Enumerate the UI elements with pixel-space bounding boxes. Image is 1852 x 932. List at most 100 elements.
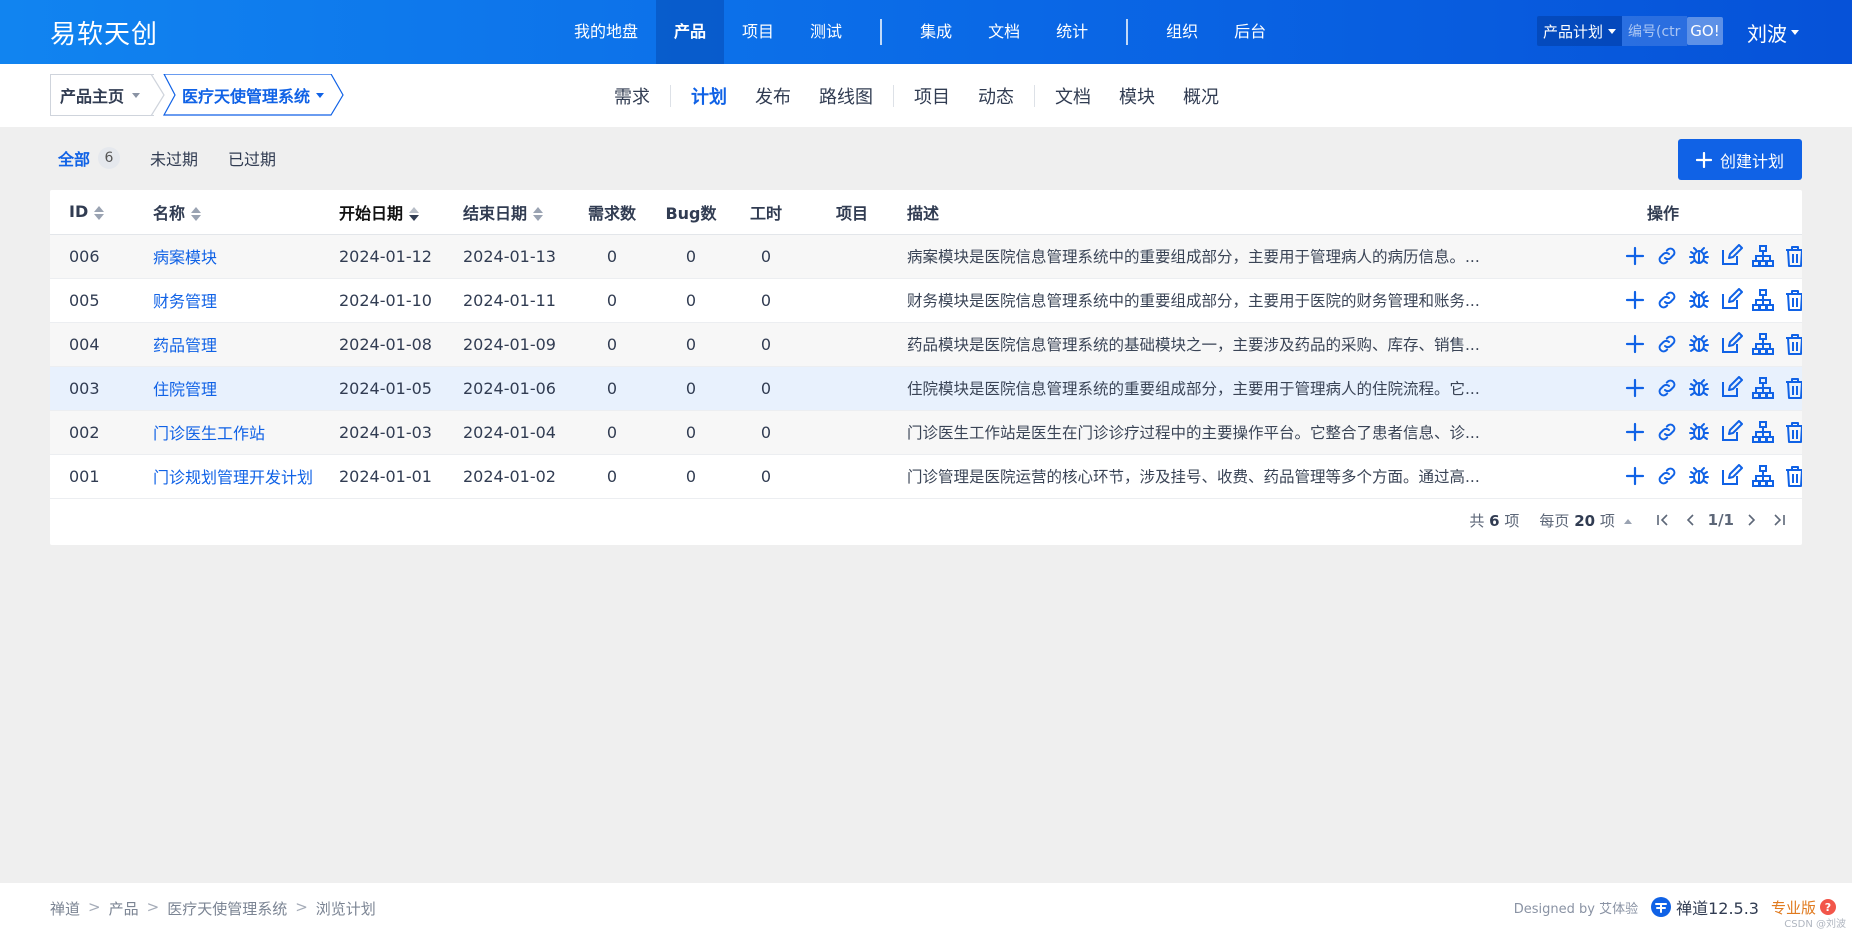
nav-company[interactable]: 组织 bbox=[1148, 0, 1216, 64]
filter-expired[interactable]: 已过期 bbox=[228, 146, 276, 170]
search-input[interactable]: 编号(ctr bbox=[1622, 16, 1688, 46]
plus-action-button[interactable] bbox=[1623, 332, 1647, 356]
edit-action-button[interactable] bbox=[1719, 376, 1743, 400]
plan-name-link[interactable]: 住院管理 bbox=[134, 366, 320, 411]
trash-action-button[interactable] bbox=[1783, 332, 1802, 356]
link-action-button[interactable] bbox=[1655, 244, 1679, 268]
footer-crumb-zentao[interactable]: 禅道 bbox=[50, 898, 80, 919]
footer-crumb-system[interactable]: 医疗天使管理系统 bbox=[167, 898, 287, 919]
link-action-button[interactable] bbox=[1655, 332, 1679, 356]
plus-action-button[interactable] bbox=[1623, 244, 1647, 268]
nav-project[interactable]: 项目 bbox=[724, 0, 792, 64]
bug-action-button[interactable] bbox=[1687, 288, 1711, 312]
tab-roadmap[interactable]: 路线图 bbox=[805, 83, 887, 109]
footer-breadcrumb: 禅道 > 产品 > 医疗天使管理系统 > 浏览计划 bbox=[50, 898, 376, 919]
filter-all[interactable]: 全部 6 bbox=[58, 146, 121, 170]
edit-action-button[interactable] bbox=[1719, 244, 1743, 268]
edit-action-button[interactable] bbox=[1719, 332, 1743, 356]
tab-release[interactable]: 发布 bbox=[741, 83, 805, 109]
table-row[interactable]: 002 门诊医生工作站 2024-01-03 2024-01-04 0 0 0 门诊医生工作站… bbox=[50, 410, 1802, 455]
table-row[interactable]: 001 门诊规划管理开发计划 2024-01-01 2024-01-02 0 0 0 门诊管理… bbox=[50, 454, 1802, 499]
nav-report[interactable]: 统计 bbox=[1038, 0, 1106, 64]
tab-project[interactable]: 项目 bbox=[900, 83, 964, 109]
nav-product[interactable]: 产品 bbox=[656, 0, 725, 64]
cell-hours: 0 bbox=[730, 366, 802, 411]
tab-plan[interactable]: 计划 bbox=[677, 83, 741, 109]
link-action-button[interactable] bbox=[1655, 376, 1679, 400]
trash-action-button[interactable] bbox=[1783, 244, 1802, 268]
table-row[interactable]: 006 病案模块 2024-01-12 2024-01-13 0 0 0 病案模块是医院信息管… bbox=[50, 234, 1802, 279]
first-page-button[interactable] bbox=[1652, 509, 1674, 531]
plus-action-button[interactable] bbox=[1623, 288, 1647, 312]
table-row[interactable]: 005 财务管理 2024-01-10 2024-01-11 0 0 0 财务模块是医院信息管… bbox=[50, 278, 1802, 323]
col-name[interactable]: 名称 bbox=[134, 190, 320, 235]
brand-logo[interactable]: 易软天创 bbox=[50, 14, 158, 51]
plan-name-link[interactable]: 病案模块 bbox=[134, 234, 320, 279]
search-type-select[interactable]: 产品计划 bbox=[1537, 16, 1623, 46]
edit-action-button[interactable] bbox=[1719, 464, 1743, 488]
plus-action-button[interactable] bbox=[1623, 376, 1647, 400]
designed-by[interactable]: Designed by 艾体验 bbox=[1514, 898, 1638, 917]
pager-per-page[interactable]: 每页 20 项 bbox=[1539, 510, 1632, 531]
plan-name-link[interactable]: 门诊医生工作站 bbox=[134, 410, 320, 455]
trash-action-button[interactable] bbox=[1783, 376, 1802, 400]
cell-hours: 0 bbox=[730, 322, 802, 367]
footer-crumb-product[interactable]: 产品 bbox=[109, 898, 139, 919]
link-action-button[interactable] bbox=[1655, 420, 1679, 444]
filter-unexpired[interactable]: 未过期 bbox=[150, 146, 198, 170]
user-menu[interactable]: 刘波 bbox=[1747, 18, 1799, 47]
bug-action-button[interactable] bbox=[1687, 376, 1711, 400]
sitemap-action-button[interactable] bbox=[1751, 464, 1775, 488]
cell-id: 004 bbox=[50, 322, 134, 367]
link-action-button[interactable] bbox=[1655, 464, 1679, 488]
col-id[interactable]: ID bbox=[50, 190, 134, 235]
nav-doc[interactable]: 文档 bbox=[970, 0, 1038, 64]
link-action-button[interactable] bbox=[1655, 288, 1679, 312]
product-switcher[interactable]: 医疗天使管理系统 bbox=[163, 74, 341, 116]
sitemap-action-button[interactable] bbox=[1751, 288, 1775, 312]
edit-action-button[interactable] bbox=[1719, 288, 1743, 312]
cell-bugs: 0 bbox=[652, 366, 730, 411]
tab-doc[interactable]: 文档 bbox=[1041, 83, 1105, 109]
bug-action-button[interactable] bbox=[1687, 244, 1711, 268]
tab-story[interactable]: 需求 bbox=[600, 83, 664, 109]
bug-action-button[interactable] bbox=[1687, 464, 1711, 488]
bug-action-button[interactable] bbox=[1687, 420, 1711, 444]
table-row[interactable]: 004 药品管理 2024-01-08 2024-01-09 0 0 0 药品模块是医院信息管… bbox=[50, 322, 1802, 367]
plus-action-button[interactable] bbox=[1623, 464, 1647, 488]
plus-icon bbox=[1695, 151, 1712, 168]
last-page-button[interactable] bbox=[1768, 509, 1790, 531]
plan-name-link[interactable]: 药品管理 bbox=[134, 322, 320, 367]
trash-icon bbox=[1786, 246, 1802, 267]
table-row[interactable]: 003 住院管理 2024-01-05 2024-01-06 0 0 0 住院模块是医院信息管… bbox=[50, 366, 1802, 411]
tab-module[interactable]: 模块 bbox=[1105, 83, 1169, 109]
plan-name-link[interactable]: 门诊规划管理开发计划 bbox=[134, 454, 320, 499]
tab-view[interactable]: 概况 bbox=[1169, 83, 1233, 109]
col-end[interactable]: 结束日期 bbox=[444, 190, 572, 235]
sitemap-action-button[interactable] bbox=[1751, 332, 1775, 356]
plan-name-link[interactable]: 财务管理 bbox=[134, 278, 320, 323]
next-page-button[interactable] bbox=[1740, 509, 1762, 531]
cell-id: 005 bbox=[50, 278, 134, 323]
sitemap-action-button[interactable] bbox=[1751, 376, 1775, 400]
tab-dynamic[interactable]: 动态 bbox=[964, 83, 1028, 109]
search-go-button[interactable]: GO! bbox=[1687, 17, 1724, 45]
nav-admin[interactable]: 后台 bbox=[1216, 0, 1284, 64]
zentao-version[interactable]: 禅道12.5.3 bbox=[1650, 895, 1759, 919]
trash-action-button[interactable] bbox=[1783, 464, 1802, 488]
sitemap-action-button[interactable] bbox=[1751, 420, 1775, 444]
nav-ci[interactable]: 集成 bbox=[902, 0, 970, 64]
cell-desc: 门诊医生工作站是医生在门诊诊疗过程中的主要操作平台。它整合了患者信息、诊... bbox=[902, 410, 1524, 455]
prev-page-button[interactable] bbox=[1680, 509, 1702, 531]
col-begin[interactable]: 开始日期 bbox=[320, 190, 444, 235]
create-plan-button[interactable]: 创建计划 bbox=[1678, 139, 1802, 180]
nav-test[interactable]: 测试 bbox=[792, 0, 860, 64]
sitemap-action-button[interactable] bbox=[1751, 244, 1775, 268]
edit-action-button[interactable] bbox=[1719, 420, 1743, 444]
nav-my[interactable]: 我的地盘 bbox=[556, 0, 656, 64]
product-home-dropdown[interactable]: 产品主页 bbox=[50, 74, 154, 116]
trash-action-button[interactable] bbox=[1783, 288, 1802, 312]
bug-action-button[interactable] bbox=[1687, 332, 1711, 356]
plus-action-button[interactable] bbox=[1623, 420, 1647, 444]
trash-action-button[interactable] bbox=[1783, 420, 1802, 444]
